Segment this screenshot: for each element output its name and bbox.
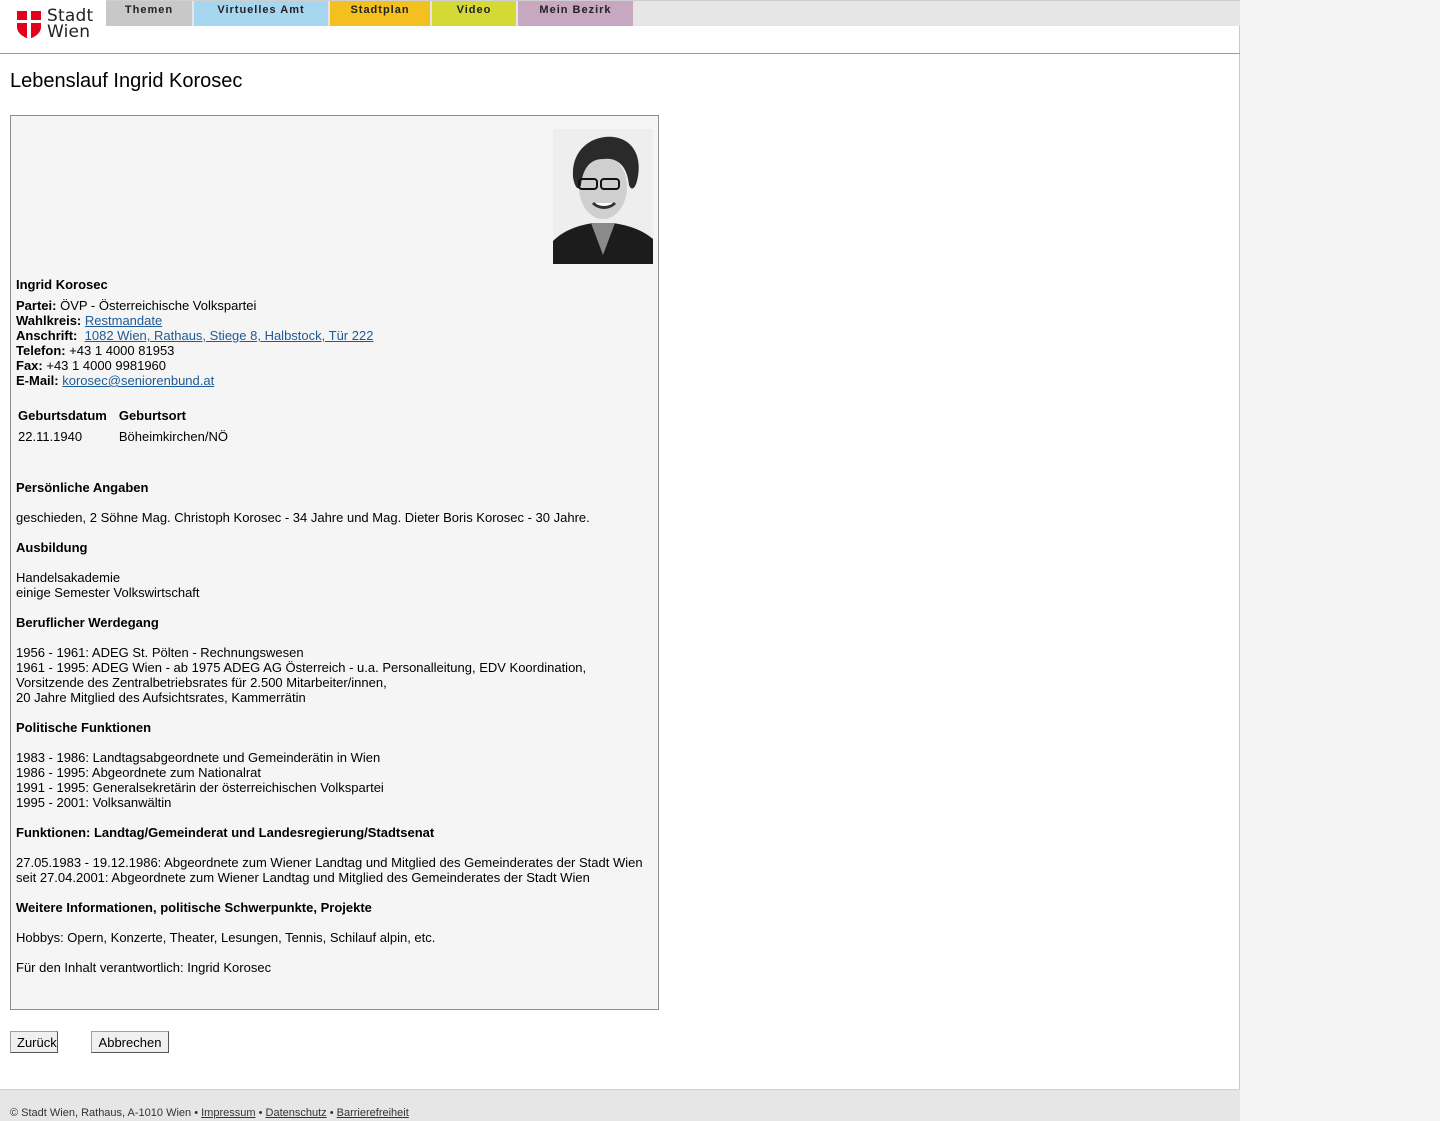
section-line: Hobbys: Opern, Konzerte, Theater, Lesung… bbox=[16, 930, 436, 945]
section-line: 1986 - 1995: Abgeordnete zum Nationalrat bbox=[16, 765, 262, 780]
footer-copyright: © Stadt Wien, Rathaus, A-1010 Wien bbox=[10, 1107, 192, 1119]
footer-separator: • bbox=[258, 1107, 263, 1119]
section-line: 20 Jahre Mitglied des Aufsichtsrates, Ka… bbox=[16, 690, 306, 705]
birth-date-value: 22.11.1940 bbox=[18, 429, 83, 444]
birth-date-header: Geburtsdatum bbox=[18, 407, 107, 423]
section-title: Beruflicher Werdegang bbox=[16, 615, 159, 630]
tab-video[interactable]: Video bbox=[432, 1, 516, 26]
fax-label: Fax: bbox=[16, 358, 43, 373]
anschrift-row: Anschrift: 1082 Wien, Rathaus, Stiege 8,… bbox=[16, 328, 373, 343]
main-nav: Themen Virtuelles Amt Stadtplan Video Me… bbox=[106, 1, 635, 26]
site-header: Stadt Wien Themen Virtuelles Amt Stadtpl… bbox=[0, 0, 1240, 54]
datenschutz-link[interactable]: Datenschutz bbox=[266, 1107, 327, 1119]
section-ausbildung: Ausbildung Handelsakademie einige Semest… bbox=[16, 540, 200, 600]
section-title: Ausbildung bbox=[16, 540, 88, 555]
footer-separator: • bbox=[329, 1107, 334, 1119]
section-weitere: Weitere Informationen, politische Schwer… bbox=[16, 900, 435, 975]
logo-text: Stadt Wien bbox=[47, 8, 93, 42]
contact-block: Partei: ÖVP - Österreichische Volksparte… bbox=[16, 298, 373, 388]
impressum-link[interactable]: Impressum bbox=[201, 1107, 255, 1119]
page-title: Lebenslauf Ingrid Korosec bbox=[10, 70, 243, 92]
footer-links: © Stadt Wien, Rathaus, A-1010 Wien • Imp… bbox=[10, 1107, 409, 1119]
section-line: Handelsakademie bbox=[16, 570, 121, 585]
page: Stadt Wien Themen Virtuelles Amt Stadtpl… bbox=[0, 0, 1240, 1121]
barrierefreiheit-link[interactable]: Barrierefreiheit bbox=[337, 1107, 409, 1119]
anschrift-link[interactable]: 1082 Wien, Rathaus, Stiege 8, Halbstock,… bbox=[85, 328, 374, 343]
fax-row: Fax: +43 1 4000 9981960 bbox=[16, 358, 373, 373]
stadt-wien-logo[interactable]: Stadt Wien bbox=[0, 0, 106, 53]
section-line: 27.05.1983 - 19.12.1986: Abgeordnete zum… bbox=[16, 855, 643, 870]
back-button[interactable]: Zurück bbox=[10, 1031, 58, 1053]
section-title: Weitere Informationen, politische Schwer… bbox=[16, 900, 372, 915]
section-funktionen: Funktionen: Landtag/Gemeinderat und Land… bbox=[16, 825, 643, 885]
profile-card: Ingrid Korosec Partei: ÖVP - Österreichi… bbox=[10, 115, 659, 1010]
email-row: E-Mail: korosec@seniorenbund.at bbox=[16, 373, 373, 388]
section-persoenlich: Persönliche Angaben geschieden, 2 Söhne … bbox=[16, 480, 590, 525]
wien-shield-icon bbox=[17, 11, 41, 39]
section-line: geschieden, 2 Söhne Mag. Christoph Koros… bbox=[16, 510, 590, 525]
birth-place-header: Geburtsort bbox=[118, 407, 187, 423]
logo-text-line2: Wien bbox=[47, 22, 91, 42]
tab-stadtplan[interactable]: Stadtplan bbox=[330, 1, 430, 26]
tab-mein-bezirk[interactable]: Mein Bezirk bbox=[518, 1, 633, 26]
section-title: Funktionen: Landtag/Gemeinderat und Land… bbox=[16, 825, 435, 840]
section-line: seit 27.04.2001: Abgeordnete zum Wiener … bbox=[16, 870, 590, 885]
birth-header-row: Geburtsdatum Geburtsort bbox=[18, 407, 240, 423]
email-link[interactable]: korosec@seniorenbund.at bbox=[62, 373, 214, 388]
section-title: Persönliche Angaben bbox=[16, 480, 149, 495]
email-label: E-Mail: bbox=[16, 373, 59, 388]
site-footer: © Stadt Wien, Rathaus, A-1010 Wien • Imp… bbox=[0, 1089, 1240, 1121]
tab-virtuelles-amt[interactable]: Virtuelles Amt bbox=[194, 1, 328, 26]
section-politisch: Politische Funktionen 1983 - 1986: Landt… bbox=[16, 720, 384, 810]
partei-value: ÖVP - Österreichische Volkspartei bbox=[60, 298, 257, 313]
anschrift-label: Anschrift: bbox=[16, 328, 78, 343]
profile-name: Ingrid Korosec bbox=[16, 277, 108, 292]
birth-value-row: 22.11.1940 Böheimkirchen/NÖ bbox=[18, 423, 240, 444]
portrait-photo bbox=[553, 129, 653, 264]
section-line: 1995 - 2001: Volksanwältin bbox=[16, 795, 172, 810]
section-line: einige Semester Volkswirtschaft bbox=[16, 585, 200, 600]
telefon-row: Telefon: +43 1 4000 81953 bbox=[16, 343, 373, 358]
section-line: 1983 - 1986: Landtagsabgeordnete und Gem… bbox=[16, 750, 381, 765]
partei-label: Partei: bbox=[16, 298, 57, 313]
footer-separator: • bbox=[194, 1107, 199, 1119]
section-line: 1956 - 1961: ADEG St. Pölten - Rechnungs… bbox=[16, 645, 304, 660]
section-title: Politische Funktionen bbox=[16, 720, 152, 735]
section-line: 1961 - 1995: ADEG Wien - ab 1975 ADEG AG… bbox=[16, 660, 587, 675]
birth-table: Geburtsdatum Geburtsort 22.11.1940 Böhei… bbox=[18, 407, 240, 445]
tab-themen[interactable]: Themen bbox=[106, 1, 192, 26]
birth-place-value: Böheimkirchen/NÖ bbox=[118, 429, 228, 444]
wahlkreis-label: Wahlkreis: bbox=[16, 313, 82, 328]
section-line: Vorsitzende des Zentralbetriebsrates für… bbox=[16, 675, 387, 690]
telefon-label: Telefon: bbox=[16, 343, 66, 358]
partei-row: Partei: ÖVP - Österreichische Volksparte… bbox=[16, 298, 373, 313]
wahlkreis-row: Wahlkreis: Restmandate bbox=[16, 313, 373, 328]
telefon-value: +43 1 4000 81953 bbox=[69, 343, 175, 358]
cancel-button[interactable]: Abbrechen bbox=[91, 1031, 169, 1053]
section-beruflich: Beruflicher Werdegang 1956 - 1961: ADEG … bbox=[16, 615, 586, 705]
fax-value: +43 1 4000 9981960 bbox=[46, 358, 167, 373]
wahlkreis-link[interactable]: Restmandate bbox=[85, 313, 162, 328]
section-line: 1991 - 1995: Generalsekretärin der öster… bbox=[16, 780, 384, 795]
responsible-line: Für den Inhalt verantwortlich: Ingrid Ko… bbox=[16, 960, 272, 975]
